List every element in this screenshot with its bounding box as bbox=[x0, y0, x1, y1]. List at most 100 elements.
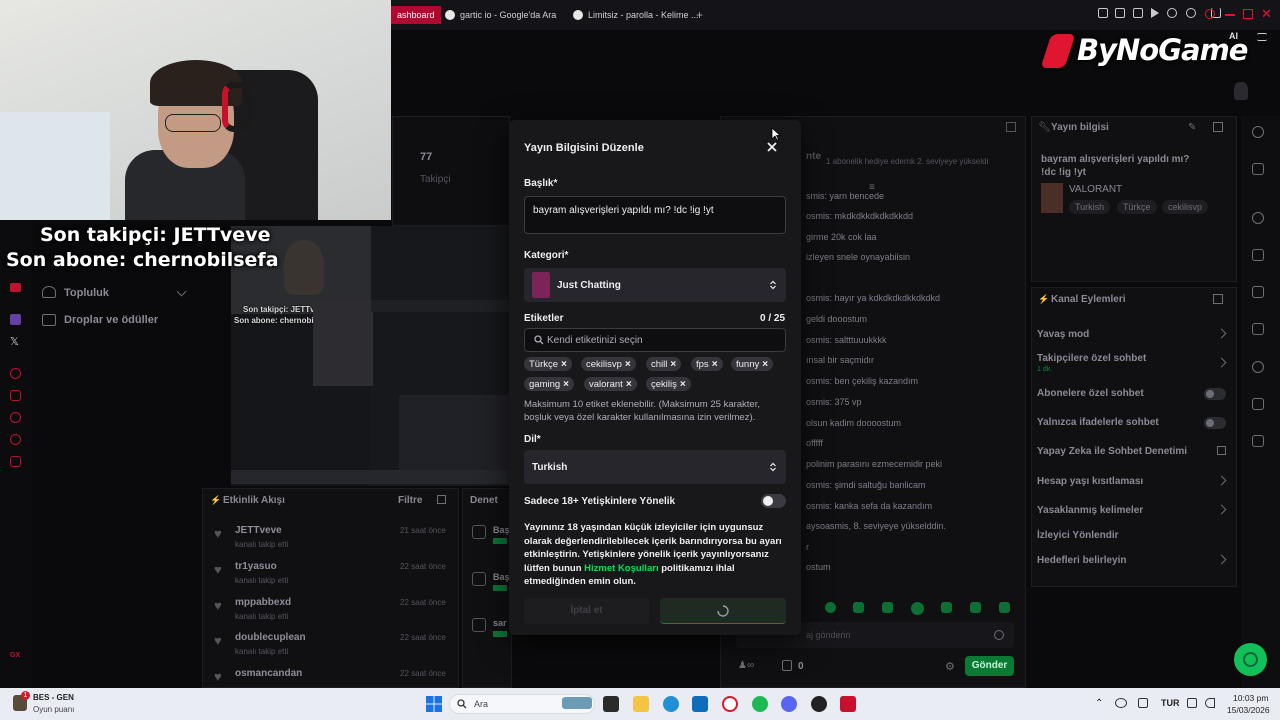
chat-settings-icon[interactable]: ⚙ bbox=[945, 660, 955, 673]
network-off-icon[interactable] bbox=[1115, 698, 1127, 708]
nav-community[interactable]: Topluluk bbox=[64, 287, 109, 299]
send-button[interactable]: Gönder bbox=[965, 656, 1014, 676]
video-icon[interactable] bbox=[10, 283, 21, 292]
remove-tag-icon[interactable]: × bbox=[712, 359, 718, 370]
support-button[interactable] bbox=[1234, 643, 1267, 676]
emote-icon[interactable] bbox=[882, 602, 893, 613]
settings-icon[interactable] bbox=[10, 456, 21, 467]
action-blocked-terms[interactable]: Yasaklanmış kelimeler bbox=[1037, 505, 1143, 516]
search-icon[interactable] bbox=[1205, 9, 1215, 19]
clock-icon[interactable] bbox=[10, 412, 21, 423]
people-icon[interactable]: ♟∞ bbox=[738, 660, 754, 671]
volume-icon[interactable] bbox=[1205, 698, 1215, 708]
nav-drops[interactable]: Droplar ve ödüller bbox=[64, 314, 158, 326]
tool-icon[interactable] bbox=[1252, 435, 1264, 447]
activity-name[interactable]: JETTveve bbox=[235, 525, 282, 536]
popout-icon[interactable] bbox=[1213, 122, 1223, 132]
tray-app-icon[interactable] bbox=[1138, 698, 1148, 708]
task-view-icon[interactable] bbox=[603, 696, 619, 712]
discord-icon[interactable] bbox=[781, 696, 797, 712]
lightning-icon[interactable] bbox=[1252, 249, 1264, 261]
tag-chip[interactable]: gaming × bbox=[524, 377, 575, 391]
new-tab-button[interactable]: + bbox=[696, 6, 703, 24]
pen-icon[interactable] bbox=[1252, 163, 1264, 175]
remove-tag-icon[interactable]: × bbox=[680, 379, 686, 390]
action-emotes-only[interactable]: Yalnızca ifadelerle sohbet bbox=[1037, 417, 1159, 428]
activity-name[interactable]: osmancandan bbox=[235, 668, 302, 679]
subs-only-toggle[interactable] bbox=[1204, 388, 1226, 400]
tab-gartic-search[interactable]: gartic io - Google'da Ara bbox=[445, 6, 556, 24]
display-icon[interactable] bbox=[1187, 698, 1197, 708]
shield-icon[interactable] bbox=[10, 390, 21, 401]
user-avatar[interactable] bbox=[1234, 82, 1248, 100]
category-select[interactable]: Just Chatting bbox=[524, 268, 786, 302]
tags-input[interactable]: Kendi etiketinizi seçin bbox=[524, 328, 786, 352]
remove-tag-icon[interactable]: × bbox=[561, 359, 567, 370]
activity-filter[interactable]: Filtre bbox=[398, 495, 422, 506]
mod-item[interactable]: Baş bbox=[493, 525, 510, 535]
title-input[interactable]: bayram alışverişleri yapıldı mı? !dc !ig… bbox=[524, 196, 786, 234]
file-explorer-icon[interactable] bbox=[633, 696, 649, 712]
menu-icon[interactable] bbox=[1257, 33, 1267, 41]
action-ai-moderation[interactable]: Yapay Zeka ile Sohbet Denetimi bbox=[1037, 446, 1187, 457]
popout-icon[interactable] bbox=[437, 495, 446, 504]
users-icon[interactable] bbox=[1252, 398, 1264, 410]
action-account-age[interactable]: Hesap yaşı kısıtlaması bbox=[1037, 476, 1143, 487]
tag-chip[interactable]: valorant × bbox=[584, 377, 637, 391]
mod-item[interactable]: sar bbox=[493, 618, 507, 628]
opera-gx-icon[interactable] bbox=[722, 696, 738, 712]
extension-icon[interactable] bbox=[1098, 8, 1108, 18]
emote-icon[interactable] bbox=[911, 602, 924, 615]
chat-bubble-icon[interactable] bbox=[10, 434, 21, 445]
record-icon[interactable] bbox=[10, 368, 21, 379]
chevron-down-icon[interactable] bbox=[176, 286, 187, 297]
play-icon[interactable] bbox=[1151, 8, 1159, 18]
external-link-icon[interactable] bbox=[1217, 446, 1226, 455]
gear-icon[interactable] bbox=[1252, 212, 1264, 224]
language-select[interactable]: Turkish bbox=[524, 450, 786, 484]
x-icon[interactable]: 𝕏 bbox=[10, 335, 19, 348]
message-icon[interactable] bbox=[1252, 323, 1264, 335]
activity-name[interactable]: mppabbexd bbox=[235, 597, 291, 608]
close-window-icon[interactable]: ✕ bbox=[1261, 6, 1272, 22]
emote-icon[interactable] bbox=[825, 602, 836, 613]
tag-chip[interactable]: çekiliş × bbox=[646, 377, 691, 391]
tag-chip[interactable]: chill × bbox=[646, 357, 682, 371]
action-raid[interactable]: İzleyici Yönlendir bbox=[1037, 530, 1119, 541]
heart-outline-icon[interactable] bbox=[1167, 8, 1177, 18]
crop-icon[interactable] bbox=[1115, 8, 1125, 18]
cancel-button[interactable]: İptal et bbox=[524, 598, 649, 624]
camera-icon[interactable] bbox=[1186, 8, 1196, 18]
emotes-only-toggle[interactable] bbox=[1204, 417, 1226, 429]
popout-icon[interactable] bbox=[1213, 294, 1223, 304]
adult-content-toggle[interactable] bbox=[761, 494, 786, 508]
windows-start-icon[interactable] bbox=[426, 696, 442, 712]
remove-tag-icon[interactable]: × bbox=[670, 359, 676, 370]
language-indicator[interactable]: TUR bbox=[1161, 698, 1180, 708]
activity-name[interactable]: doublecuplean bbox=[235, 632, 306, 643]
store-icon[interactable] bbox=[692, 696, 708, 712]
action-goals[interactable]: Hedefleri belirleyin bbox=[1037, 555, 1126, 566]
remove-tag-icon[interactable]: × bbox=[762, 359, 768, 370]
valorant-icon[interactable] bbox=[840, 696, 856, 712]
tab-parolla[interactable]: Limitsiz - parolla - Kelime ... bbox=[573, 6, 699, 24]
emote-icon[interactable] bbox=[941, 602, 952, 613]
edit-icon[interactable]: ✎ bbox=[1188, 122, 1196, 133]
mod-item[interactable]: Baş bbox=[493, 572, 510, 582]
gx-icon[interactable]: GX bbox=[10, 652, 20, 659]
emoji-icon[interactable] bbox=[994, 630, 1004, 640]
tab-dashboard[interactable]: ashboard bbox=[391, 6, 441, 24]
remove-tag-icon[interactable]: × bbox=[626, 379, 632, 390]
emote-icon[interactable] bbox=[970, 602, 981, 613]
action-subs-only[interactable]: Abonelere özel sohbet bbox=[1037, 388, 1144, 399]
twitch-icon[interactable] bbox=[10, 314, 21, 325]
action-slow-mode[interactable]: Yavaş mod bbox=[1037, 329, 1089, 340]
activity-name[interactable]: tr1yasuo bbox=[235, 561, 277, 572]
tag-chip[interactable]: fps × bbox=[691, 357, 723, 371]
emote-icon[interactable] bbox=[999, 602, 1010, 613]
info-icon[interactable] bbox=[1252, 126, 1264, 138]
tag-chip[interactable]: Türkçe × bbox=[524, 357, 572, 371]
list-icon[interactable] bbox=[1252, 286, 1264, 298]
save-button[interactable] bbox=[660, 598, 786, 624]
broadcast-icon[interactable] bbox=[1252, 361, 1264, 373]
